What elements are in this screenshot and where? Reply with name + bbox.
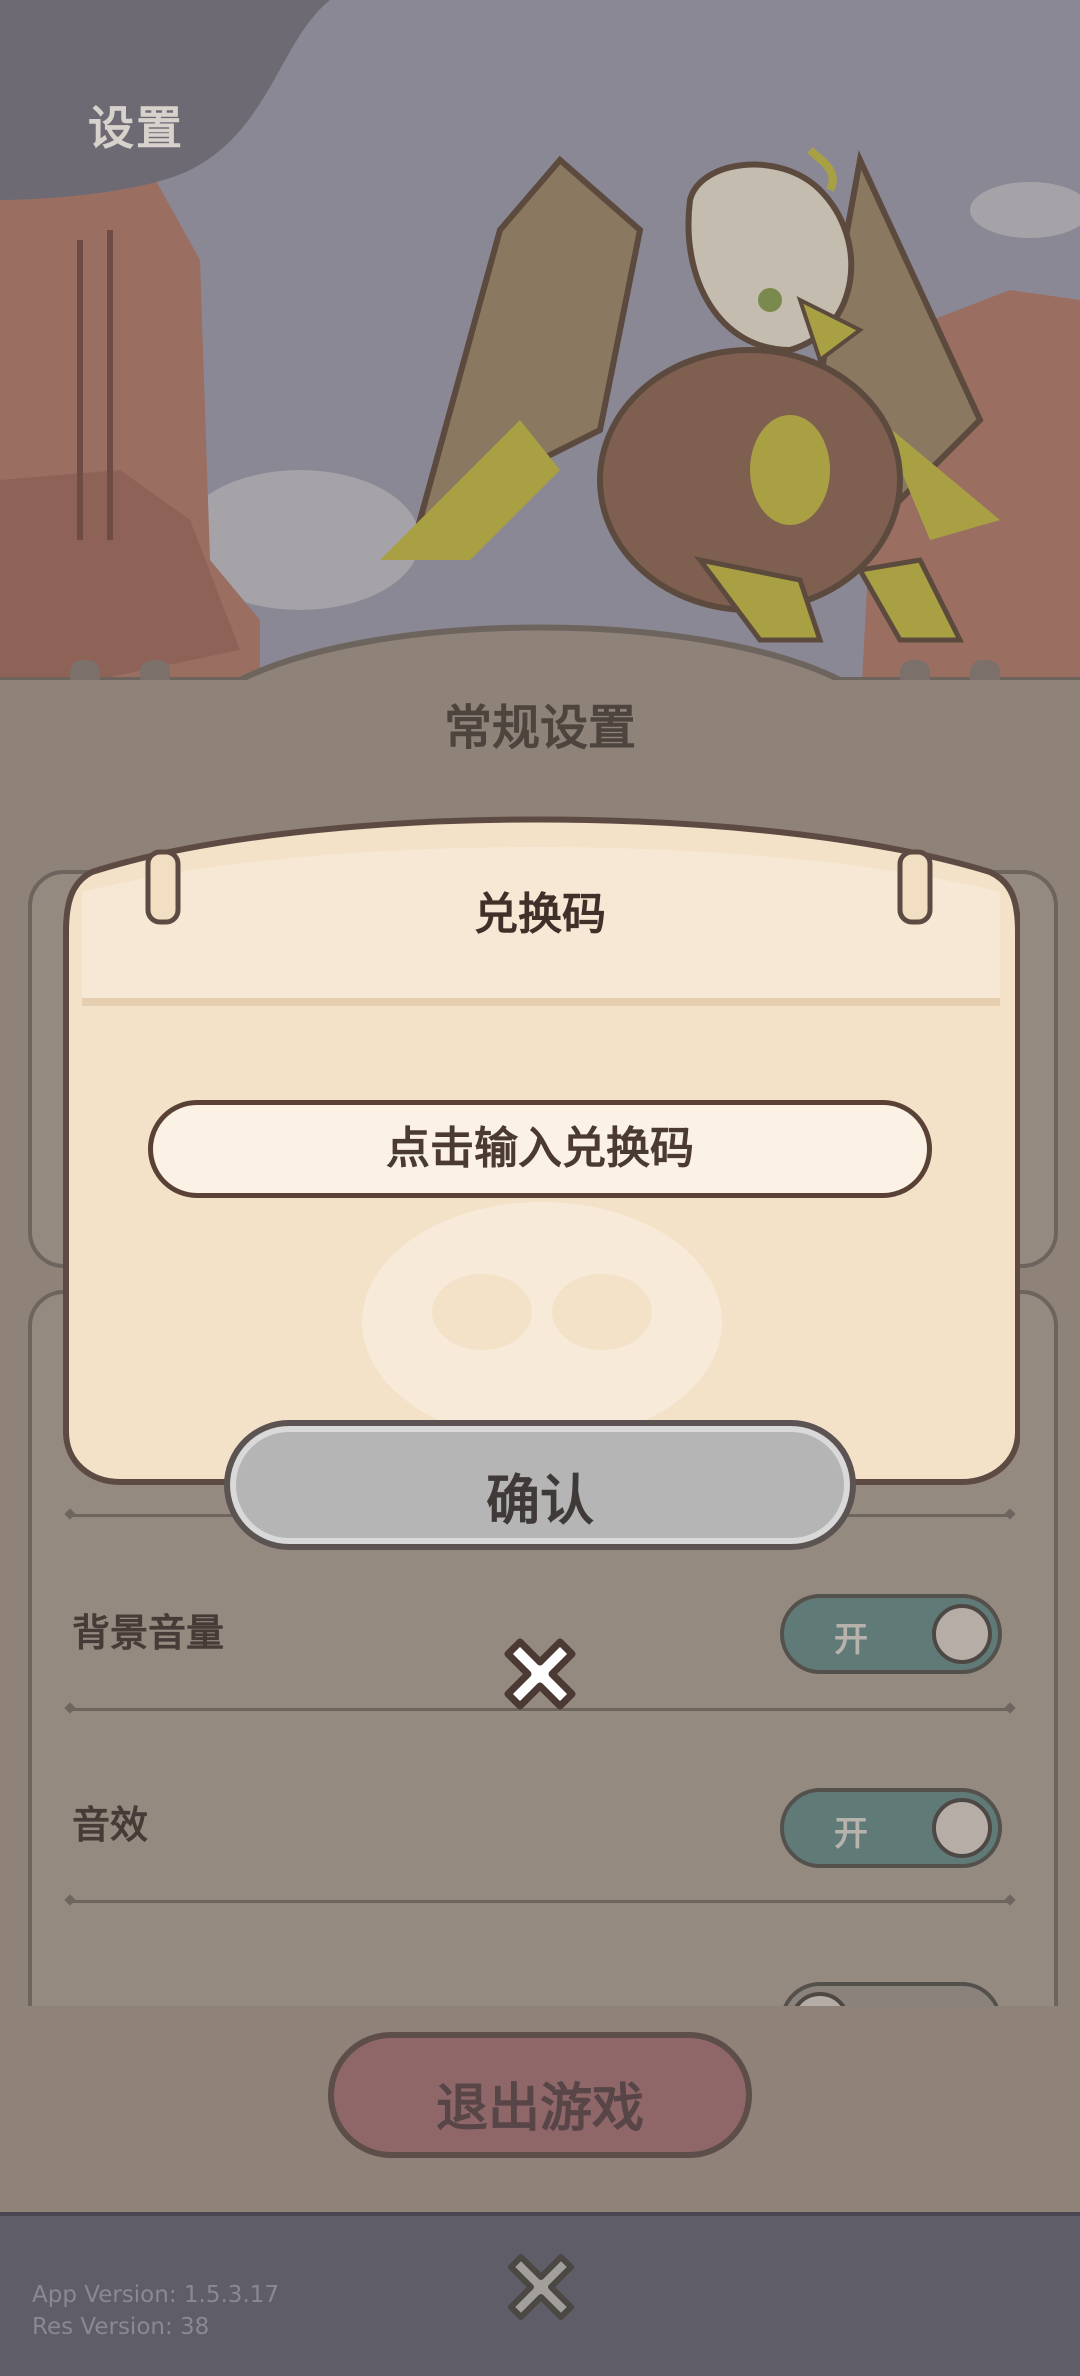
bgm-volume-toggle[interactable]: 开	[780, 1594, 1002, 1674]
confirm-button[interactable]: 确认	[224, 1420, 856, 1550]
page-title: 设置	[88, 101, 184, 155]
close-icon[interactable]	[496, 2242, 586, 2332]
toggle-state-label: 开	[834, 1814, 868, 1854]
griffin-illustration	[380, 147, 1000, 643]
exit-game-button[interactable]: 退出游戏	[328, 2032, 752, 2158]
background-scene: 设置	[0, 0, 1080, 720]
res-version: Res Version: 38	[32, 2314, 210, 2340]
toggle-knob	[932, 1604, 992, 1664]
confirm-label: 确认	[486, 1469, 594, 1532]
dialog-title: 兑换码	[474, 889, 606, 940]
redeem-code-input[interactable]: 点击输入兑换码	[148, 1100, 932, 1198]
close-icon[interactable]	[494, 1628, 586, 1720]
bgm-volume-label: 背景音量	[72, 1611, 225, 1655]
exit-game-label: 退出游戏	[435, 2079, 644, 2139]
sfx-toggle[interactable]: 开	[780, 1788, 1002, 1868]
toggle-state-label: 开	[834, 1620, 868, 1660]
toggle-knob	[932, 1798, 992, 1858]
app-version: App Version: 1.5.3.17	[32, 2282, 279, 2308]
sfx-label: 音效	[72, 1803, 149, 1847]
section-title: 常规设置	[443, 700, 636, 756]
row-divider	[70, 1900, 1010, 1903]
